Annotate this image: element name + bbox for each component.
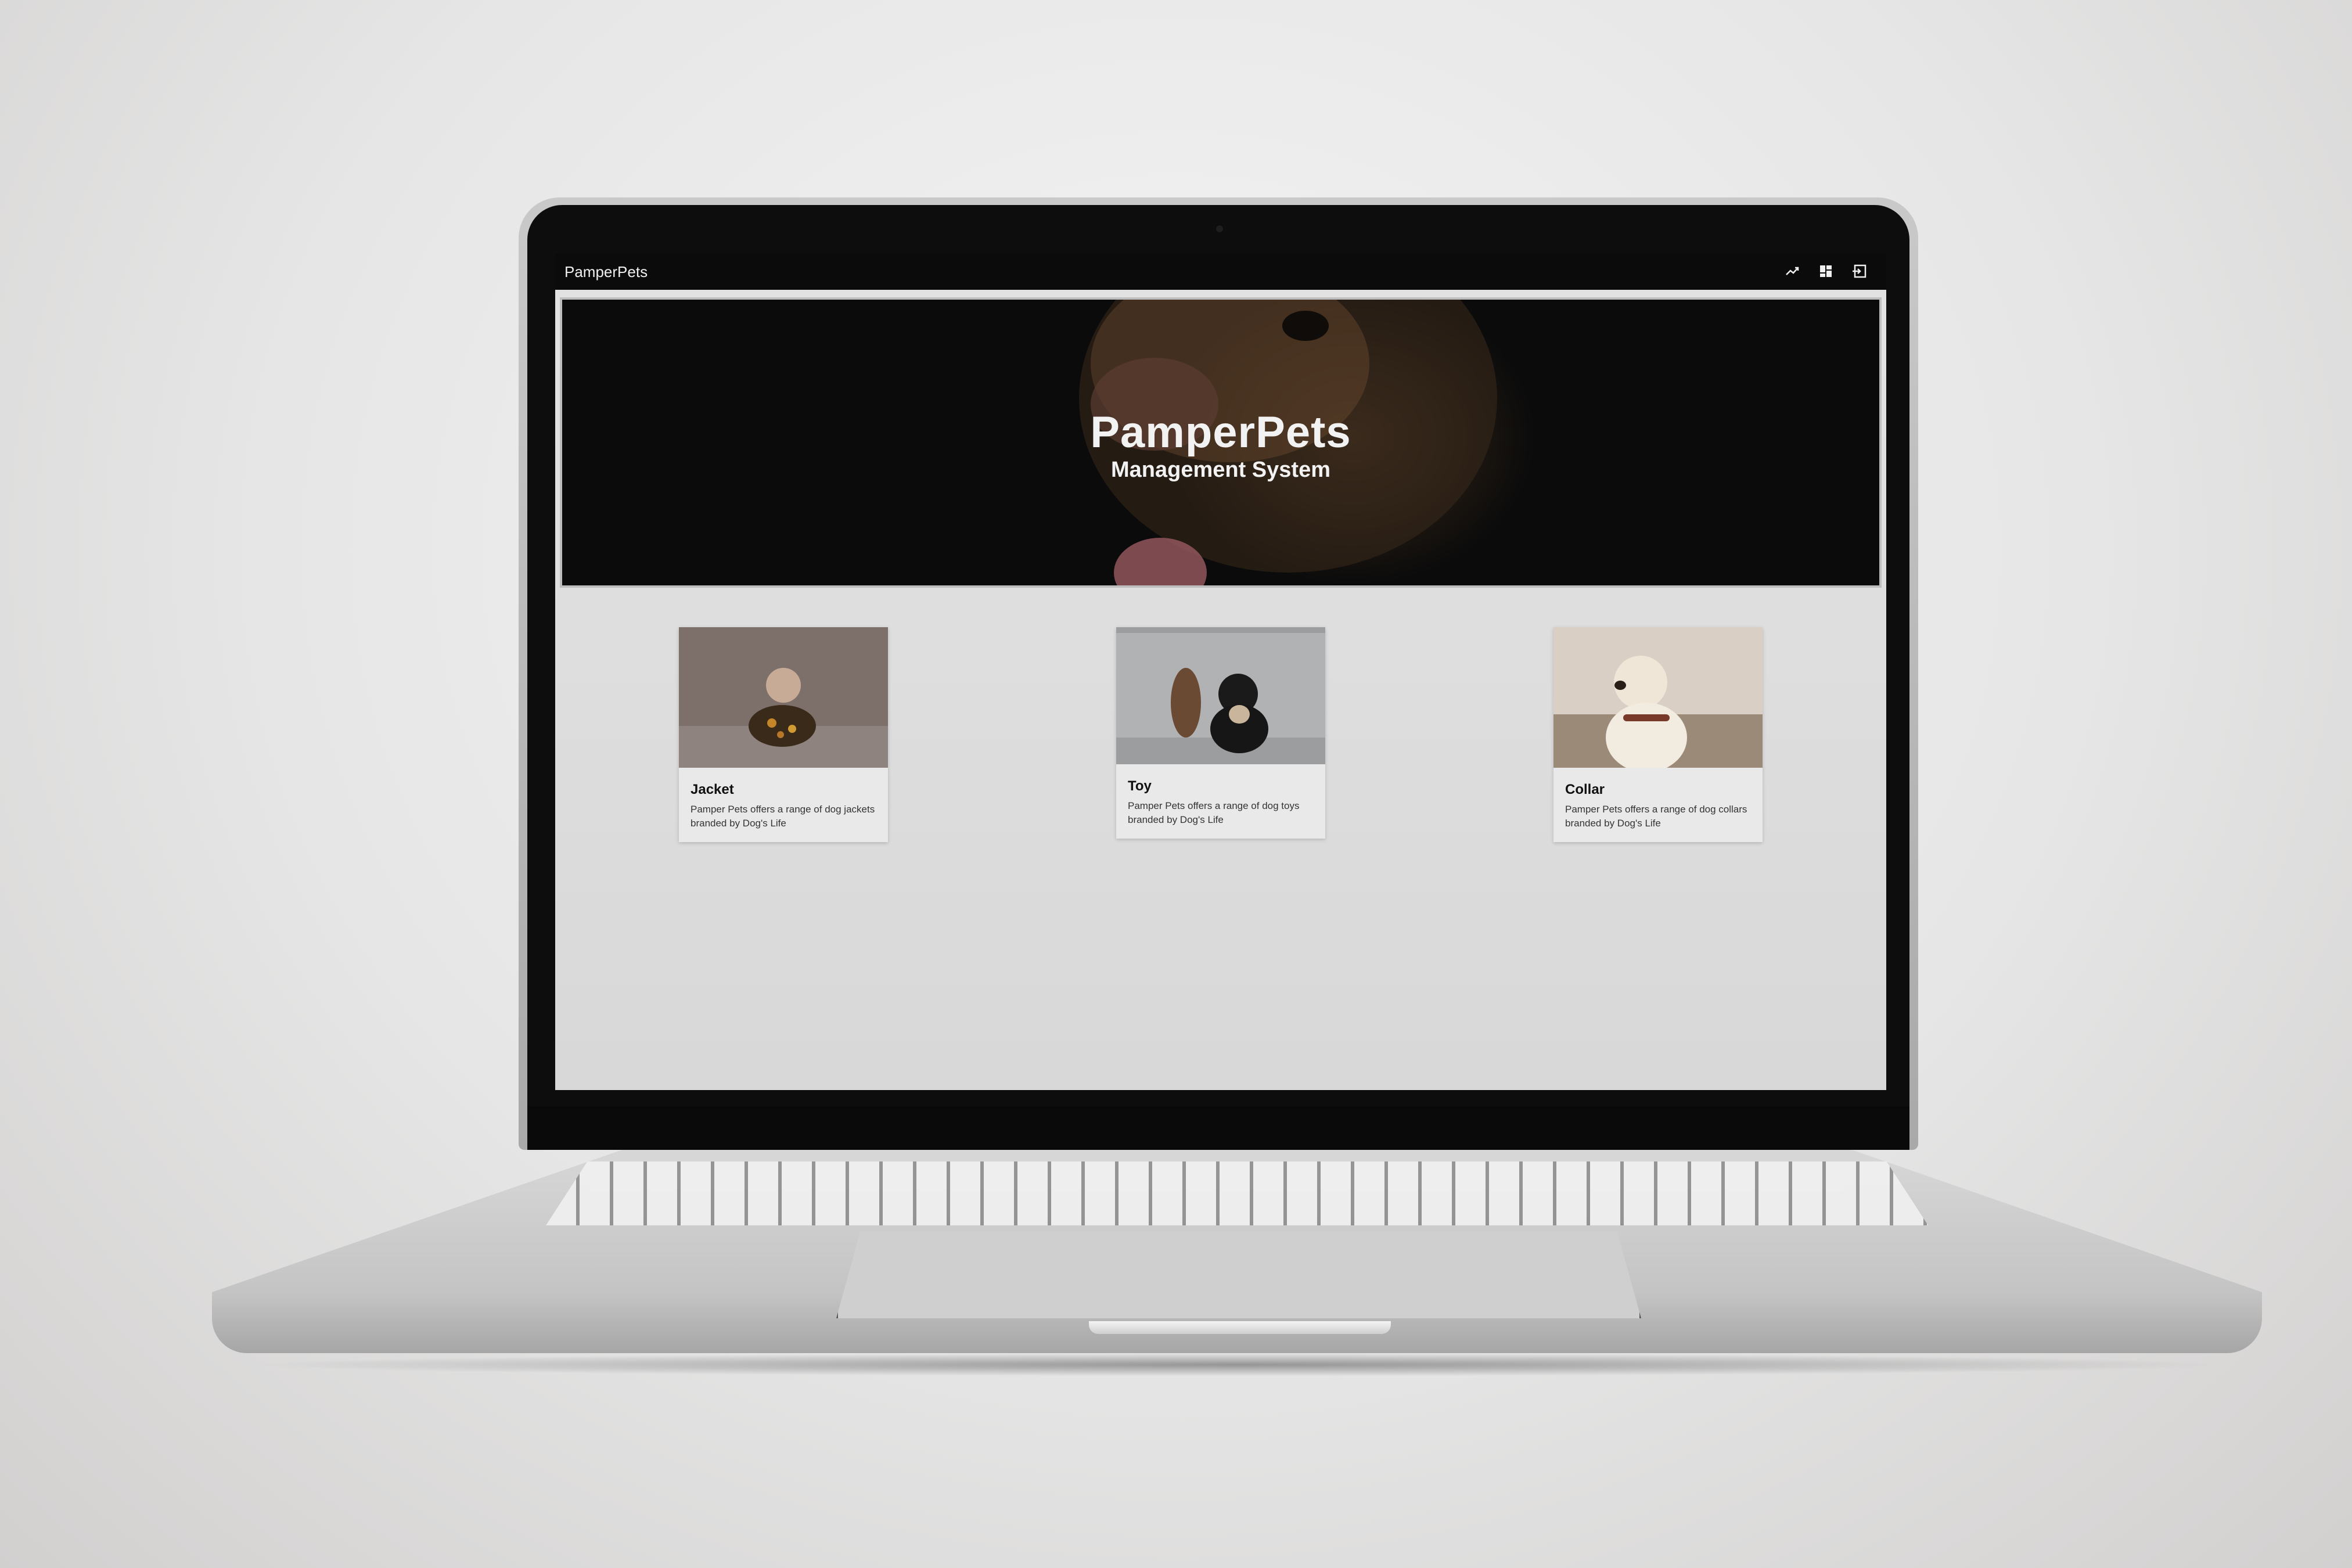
laptop-keyboard — [546, 1161, 1928, 1225]
brand-link[interactable]: PamperPets — [564, 254, 648, 290]
hero-title: PamperPets — [1090, 408, 1351, 457]
card-description: Pamper Pets offers a range of dog collar… — [1565, 804, 1747, 829]
hero-subtitle: Management System — [1110, 458, 1330, 482]
product-card-toy[interactable]: Toy Pamper Pets offers a range of dog to… — [1116, 627, 1325, 839]
jacket-photo — [679, 627, 888, 768]
card-description: Pamper Pets offers a range of dog toys b… — [1128, 800, 1300, 825]
laptop-shadow — [244, 1353, 2230, 1376]
product-card-collar[interactable]: Collar Pamper Pets offers a range of dog… — [1553, 627, 1763, 842]
top-navbar: PamperPets — [555, 254, 1886, 290]
toy-photo — [1116, 627, 1325, 764]
dashboard-icon[interactable] — [1817, 262, 1835, 280]
laptop-trackpad — [836, 1231, 1641, 1318]
webcam — [1216, 225, 1223, 232]
nav-icons — [1783, 262, 1869, 280]
hero-banner: PamperPets Management System — [560, 297, 1882, 588]
card-title: Toy — [1128, 778, 1152, 794]
trending-up-icon[interactable] — [1783, 262, 1801, 280]
laptop-notch — [1089, 1321, 1391, 1334]
card-description: Pamper Pets offers a range of dog jacket… — [691, 804, 875, 829]
laptop-chin — [527, 1106, 1909, 1150]
logout-icon[interactable] — [1850, 262, 1869, 280]
product-card-jacket[interactable]: Jacket Pamper Pets offers a range of dog… — [679, 627, 888, 842]
app-screen: PamperPets PamperPets Management System … — [555, 254, 1886, 1090]
card-title: Jacket — [691, 782, 734, 797]
collar-photo — [1553, 627, 1763, 768]
card-title: Collar — [1565, 782, 1605, 797]
